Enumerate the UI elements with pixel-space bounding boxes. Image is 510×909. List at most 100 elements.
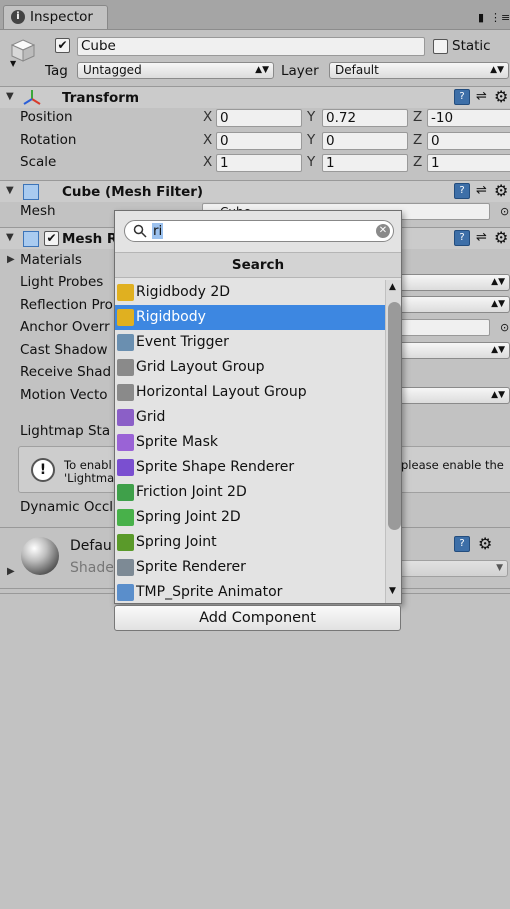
component-item-label: Grid <box>136 409 166 425</box>
mesh-filter-header[interactable]: ▼ Cube (Mesh Filter) ? ⇌ ⚙ <box>0 180 510 202</box>
lock-icon[interactable]: ▮ <box>478 10 484 26</box>
component-list-item[interactable]: Sprite Mask <box>115 430 385 455</box>
info-text-right: please enable the <box>401 458 504 472</box>
active-checkbox[interactable]: ✔ <box>55 38 70 53</box>
axis-z-label[interactable]: Z <box>413 132 422 148</box>
component-list-item[interactable]: Spring Joint <box>115 530 385 555</box>
tab-inspector[interactable]: i Inspector <box>3 5 108 29</box>
component-item-label: Grid Layout Group <box>136 359 265 375</box>
scroll-up-icon[interactable]: ▲ <box>389 282 396 292</box>
tab-bar: i Inspector ▮ ⋮≡ <box>0 0 510 30</box>
object-icon-dropdown-icon[interactable]: ▼ <box>10 56 16 72</box>
tag-label: Tag <box>45 63 68 79</box>
mesh-renderer-enabled-checkbox[interactable]: ✔ <box>44 231 59 246</box>
transform-z-field[interactable]: 0 <box>427 132 510 150</box>
transform-x-field[interactable]: 0 <box>216 109 302 127</box>
axis-x-label[interactable]: X <box>203 132 212 148</box>
transform-header[interactable]: ▼ Transform ? ⇌ ⚙ <box>0 86 510 108</box>
search-field[interactable]: ri ✕ <box>124 220 394 242</box>
material-name: Defau <box>70 538 112 554</box>
axis-y-label[interactable]: Y <box>307 132 315 148</box>
component-list-item[interactable]: Grid <box>115 405 385 430</box>
axis-x-label[interactable]: X <box>203 154 212 170</box>
gear-icon[interactable]: ⚙ <box>494 87 508 106</box>
component-item-label: Sprite Shape Renderer <box>136 459 295 475</box>
materials-foldout-icon[interactable]: ▶ <box>7 254 15 265</box>
motion-vectors-dropdown[interactable]: ▲▼ <box>398 387 510 404</box>
clear-search-icon[interactable]: ✕ <box>376 224 390 238</box>
material-header-icons: ? ⚙ <box>454 534 510 554</box>
help-icon[interactable]: ? <box>454 183 470 199</box>
anchor-override-field[interactable] <box>398 319 490 336</box>
component-header-icons: ? ⇌ ⚙ <box>454 181 510 201</box>
tab-menu-icon[interactable]: ⋮≡ <box>490 10 510 26</box>
component-list-item[interactable]: Sprite Shape Renderer <box>115 455 385 480</box>
gear-icon[interactable]: ⚙ <box>478 534 492 553</box>
component-list-item[interactable]: Rigidbody 2D <box>115 280 385 305</box>
axis-y-label[interactable]: Y <box>307 154 315 170</box>
transform-z-field[interactable]: 1 <box>427 154 510 172</box>
mesh-renderer-row-label: Cast Shadow <box>20 342 108 358</box>
presets-icon[interactable]: ⇌ <box>476 183 487 198</box>
object-picker-icon[interactable]: ⊙ <box>500 320 509 336</box>
transform-x-field[interactable]: 1 <box>216 154 302 172</box>
component-list-item[interactable]: Spring Joint 2D <box>115 505 385 530</box>
transform-y-field[interactable]: 1 <box>322 154 408 172</box>
add-component-button[interactable]: Add Component <box>114 605 401 631</box>
light-probes-dropdown[interactable]: ▲▼ <box>398 274 510 291</box>
foldout-icon[interactable]: ▼ <box>6 232 14 243</box>
script-icon <box>117 584 134 601</box>
list-scrollbar[interactable]: ▲ ▼ <box>385 280 401 603</box>
dynamic-occlusion-label: Dynamic Occl <box>20 499 114 515</box>
foldout-icon[interactable]: ▼ <box>6 91 14 102</box>
mesh-filter-icon <box>23 184 39 200</box>
help-icon[interactable]: ? <box>454 230 470 246</box>
sprite-shape-icon <box>117 459 134 476</box>
transform-z-field[interactable]: -10 <box>427 109 510 127</box>
component-item-label: Sprite Mask <box>136 434 219 450</box>
presets-icon[interactable]: ⇌ <box>476 89 487 104</box>
mesh-renderer-row-label: Anchor Overr <box>20 319 110 335</box>
popup-header-title: Search <box>231 257 285 273</box>
shader-dropdown[interactable]: ▼ <box>398 560 508 577</box>
object-name-field[interactable]: Cube <box>77 37 425 56</box>
axis-z-label[interactable]: Z <box>413 109 422 125</box>
event-trigger-icon <box>117 334 134 351</box>
transform-y-field[interactable]: 0 <box>322 132 408 150</box>
scroll-down-icon[interactable]: ▼ <box>389 586 396 596</box>
component-list-item[interactable]: Horizontal Layout Group <box>115 380 385 405</box>
component-list-item[interactable]: Sprite Renderer <box>115 555 385 580</box>
scroll-thumb[interactable] <box>388 302 401 530</box>
axis-y-label[interactable]: Y <box>307 109 315 125</box>
transform-x-field[interactable]: 0 <box>216 132 302 150</box>
layer-dropdown[interactable]: Default ▲▼ <box>329 62 509 79</box>
add-component-label: Add Component <box>199 610 316 626</box>
friction-joint-icon <box>117 484 134 501</box>
component-list-item[interactable]: TMP_Sprite Animator <box>115 580 385 603</box>
gear-icon[interactable]: ⚙ <box>494 181 508 200</box>
axis-x-label[interactable]: X <box>203 109 212 125</box>
axis-z-label[interactable]: Z <box>413 154 422 170</box>
help-icon[interactable]: ? <box>454 89 470 105</box>
presets-icon[interactable]: ⇌ <box>476 230 487 245</box>
transform-y-field[interactable]: 0.72 <box>322 109 408 127</box>
component-list-item[interactable]: Friction Joint 2D <box>115 480 385 505</box>
tag-dropdown[interactable]: Untagged ▲▼ <box>77 62 274 79</box>
cast-shadows-dropdown[interactable]: ▲▼ <box>398 342 510 359</box>
object-picker-icon[interactable]: ⊙ <box>500 204 509 220</box>
component-list: Rigidbody 2D Rigidbody Event Trigger Gri… <box>115 280 385 603</box>
component-list-item[interactable]: Grid Layout Group <box>115 355 385 380</box>
component-list-item[interactable]: Event Trigger <box>115 330 385 355</box>
transform-icon <box>23 89 41 107</box>
component-item-label: Sprite Renderer <box>136 559 246 575</box>
help-icon[interactable]: ? <box>454 536 470 552</box>
static-checkbox[interactable] <box>433 39 448 54</box>
component-list-item[interactable]: Rigidbody <box>115 305 385 330</box>
rigidbody2d-icon <box>117 284 134 301</box>
gear-icon[interactable]: ⚙ <box>494 228 508 247</box>
horizontal-layout-icon <box>117 384 134 401</box>
material-foldout-icon[interactable]: ▶ <box>7 566 15 577</box>
foldout-icon[interactable]: ▼ <box>6 185 14 196</box>
reflection-probes-dropdown[interactable]: ▲▼ <box>398 296 510 313</box>
mesh-renderer-row-label: Receive Shad <box>20 364 112 380</box>
